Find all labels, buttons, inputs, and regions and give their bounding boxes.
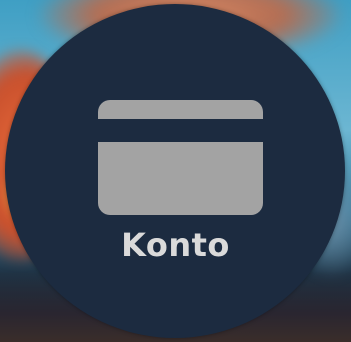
- credit-card-icon: [98, 100, 263, 215]
- account-label: Konto: [121, 226, 230, 264]
